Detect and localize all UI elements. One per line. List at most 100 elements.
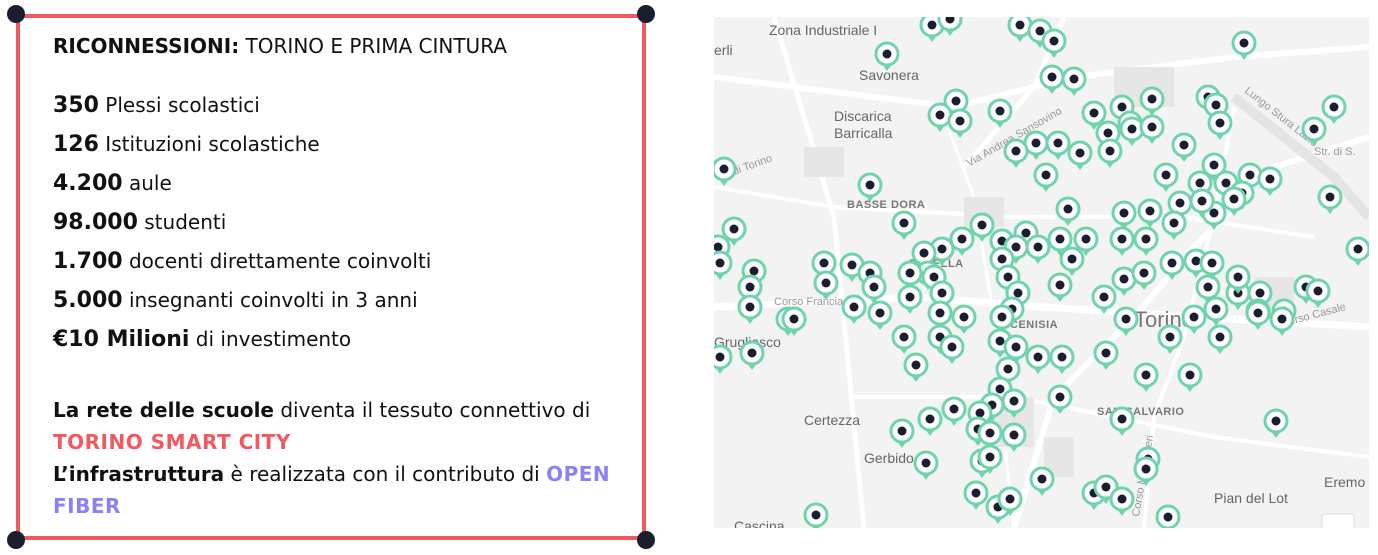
heading-rest: TORINO E PRIMA CINTURA xyxy=(239,34,507,58)
school-pin-marker[interactable] xyxy=(1059,246,1085,276)
school-pin-marker[interactable] xyxy=(889,418,915,448)
school-pin-marker[interactable] xyxy=(937,17,963,36)
school-pin-marker[interactable] xyxy=(949,226,975,256)
school-pin-marker[interactable] xyxy=(1045,130,1071,160)
school-pin-marker[interactable] xyxy=(1155,504,1181,528)
corner-dot xyxy=(7,531,25,549)
map-label-certezza: Certezza xyxy=(804,412,860,428)
network-paragraph: La rete delle scuole diventa il tessuto … xyxy=(53,394,613,458)
school-pin-marker[interactable] xyxy=(1025,234,1051,264)
map-view[interactable]: Zona Industriale I erli Savonera Discari… xyxy=(714,17,1369,528)
stat-label: di investimento xyxy=(189,327,352,351)
school-pin-marker[interactable] xyxy=(1305,278,1331,308)
school-pin-marker[interactable] xyxy=(1097,138,1123,168)
school-pin-marker[interactable] xyxy=(1345,236,1369,266)
school-pin-marker[interactable] xyxy=(1029,466,1055,496)
school-pin-marker[interactable] xyxy=(1137,198,1163,228)
school-pin-marker[interactable] xyxy=(951,304,977,334)
school-pin-marker[interactable] xyxy=(1257,166,1283,196)
school-pin-marker[interactable] xyxy=(1161,210,1187,240)
stat-number: 4.200 xyxy=(53,171,123,196)
school-pin-marker[interactable] xyxy=(917,406,943,436)
school-pin-marker[interactable] xyxy=(1093,340,1119,370)
map-label-cenisia: CENISIA xyxy=(1010,319,1058,331)
stat-label: Plessi scolastici xyxy=(98,93,260,117)
school-pin-marker[interactable] xyxy=(941,396,967,426)
stat-number: 1.700 xyxy=(53,249,123,274)
school-pin-marker[interactable] xyxy=(1245,300,1271,330)
stat-number: €10 Milioni xyxy=(53,327,190,352)
school-pin-marker[interactable] xyxy=(1003,138,1029,168)
school-pin-marker[interactable] xyxy=(1055,196,1081,226)
school-pin-marker[interactable] xyxy=(1061,66,1087,96)
smart-city-highlight: TORINO SMART CITY xyxy=(53,430,291,454)
map-label-corso-francia: Corso Francia xyxy=(774,296,844,308)
road-network xyxy=(714,17,1369,528)
school-pin-marker[interactable] xyxy=(1033,162,1059,192)
map-label-erli: erli xyxy=(714,42,733,58)
school-pin-marker[interactable] xyxy=(1109,486,1135,516)
map-label-eremo: Eremo xyxy=(1324,474,1365,490)
school-pin-marker[interactable] xyxy=(1153,162,1179,192)
school-pin-marker[interactable] xyxy=(1139,86,1165,116)
school-pin-marker[interactable] xyxy=(939,334,965,364)
stat-number: 98.000 xyxy=(53,210,138,235)
school-pin-marker[interactable] xyxy=(714,156,737,186)
school-pin-marker[interactable] xyxy=(1131,260,1157,290)
map-label-basse-dora: BASSE DORA xyxy=(847,199,925,211)
school-pin-marker[interactable] xyxy=(714,250,733,280)
stats-list: 350 Plessi scolastici 126 Istituzioni sc… xyxy=(53,90,431,363)
stat-item: 98.000 studenti xyxy=(53,207,431,246)
school-pin-marker[interactable] xyxy=(867,300,893,330)
school-pin-marker[interactable] xyxy=(1109,226,1135,256)
school-pin-marker[interactable] xyxy=(857,172,883,202)
stat-number: 350 xyxy=(53,93,99,118)
stat-number: 126 xyxy=(53,132,99,157)
school-pin-marker[interactable] xyxy=(1109,406,1135,436)
school-pin-marker[interactable] xyxy=(891,324,917,354)
school-pin-marker[interactable] xyxy=(1263,408,1289,438)
school-pin-marker[interactable] xyxy=(1025,344,1051,374)
school-pin-marker[interactable] xyxy=(1023,130,1049,160)
paragraph-bold: La rete delle scuole xyxy=(53,398,274,422)
school-pin-marker[interactable] xyxy=(1133,226,1159,256)
school-pin-marker[interactable] xyxy=(1171,132,1197,162)
school-pin-marker[interactable] xyxy=(1317,184,1343,214)
paragraph-text: è realizzata con il contributo di xyxy=(224,462,547,486)
school-pin-marker[interactable] xyxy=(1139,114,1165,144)
school-pin-marker[interactable] xyxy=(739,340,765,370)
school-pin-marker[interactable] xyxy=(1159,250,1185,280)
school-pin-marker[interactable] xyxy=(1039,64,1065,94)
school-pin-marker[interactable] xyxy=(1177,362,1203,392)
school-pin-marker[interactable] xyxy=(1047,272,1073,302)
map-label-cascina: Cascina xyxy=(734,518,785,528)
school-pin-marker[interactable] xyxy=(803,502,829,528)
map-label-barricalla: Barricalla xyxy=(834,125,893,141)
map-label-discarica: Discarica xyxy=(834,108,892,124)
zoom-control[interactable] xyxy=(1321,513,1355,528)
school-pin-marker[interactable] xyxy=(891,210,917,240)
school-pin-marker[interactable] xyxy=(1269,306,1295,336)
school-pin-marker[interactable] xyxy=(913,450,939,480)
school-pin-marker[interactable] xyxy=(947,108,973,138)
map-label-zona-industriale: Zona Industriale I xyxy=(769,22,877,38)
school-pin-marker[interactable] xyxy=(1049,344,1075,374)
school-pin-marker[interactable] xyxy=(1119,116,1145,146)
stat-item: 1.700 docenti direttamente coinvolti xyxy=(53,246,431,285)
map-label-di-torino: di Torino xyxy=(731,152,774,177)
school-pin-marker[interactable] xyxy=(897,284,923,314)
map-label-strada: Str. di S. xyxy=(1314,146,1356,158)
school-pin-marker[interactable] xyxy=(1321,94,1347,124)
school-pin-marker[interactable] xyxy=(1067,140,1093,170)
school-pin-marker[interactable] xyxy=(903,352,929,382)
map-canvas[interactable]: Zona Industriale I erli Savonera Discari… xyxy=(714,17,1369,528)
school-pin-marker[interactable] xyxy=(963,480,989,510)
school-pin-marker[interactable] xyxy=(737,294,763,324)
school-pin-marker[interactable] xyxy=(987,98,1013,128)
map-label-gerbido: Gerbido xyxy=(864,450,914,466)
corner-dot xyxy=(637,531,655,549)
school-pin-marker[interactable] xyxy=(1207,324,1233,354)
school-pin-marker[interactable] xyxy=(1111,200,1137,230)
school-pin-marker[interactable] xyxy=(1133,362,1159,392)
school-pin-marker[interactable] xyxy=(714,344,733,374)
